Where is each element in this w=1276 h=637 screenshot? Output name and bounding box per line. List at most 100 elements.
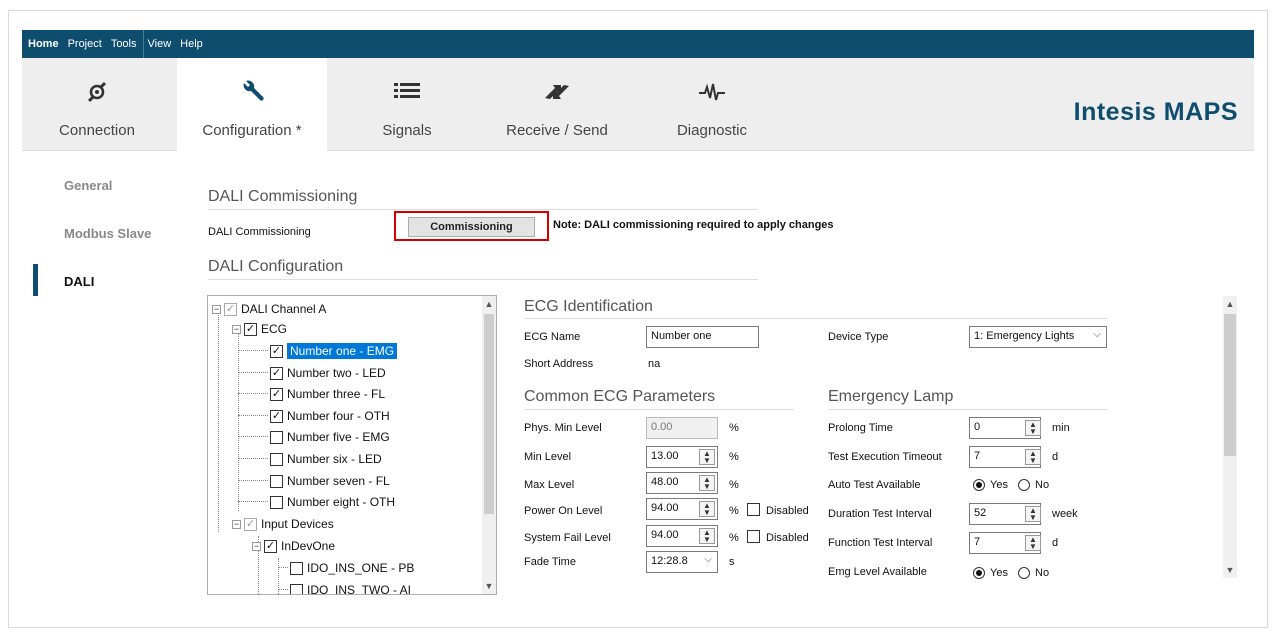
ecg-name-input[interactable]: Number one: [646, 326, 759, 348]
spinner-icon[interactable]: ▲ ▼: [1025, 420, 1041, 436]
chevron-down-icon: ⌵: [1093, 329, 1101, 340]
collapse-icon[interactable]: −: [212, 304, 221, 314]
function-interval-label: Function Test Interval: [828, 537, 933, 549]
menu-view[interactable]: View: [148, 38, 172, 50]
tree-ecg-item[interactable]: ✓ Number three - FL: [270, 383, 385, 405]
tab-diagnostic[interactable]: Diagnostic: [642, 58, 782, 151]
checkbox-icon[interactable]: ✓: [270, 387, 283, 401]
no-label: No: [1035, 479, 1050, 491]
scroll-up-icon[interactable]: ▲: [482, 296, 496, 312]
system-fail-disabled-checkbox[interactable]: [747, 530, 760, 543]
tree-label: ECG: [261, 322, 288, 336]
tree-label: Number one - EMG: [287, 343, 398, 359]
spinner-icon[interactable]: ▲ ▼: [1025, 535, 1041, 551]
percent-unit: %: [729, 422, 739, 434]
checkbox-icon[interactable]: [290, 583, 303, 594]
spinner-icon[interactable]: ▲ ▼: [1025, 506, 1041, 522]
menu-project[interactable]: Project: [63, 38, 102, 50]
collapse-icon[interactable]: −: [232, 324, 241, 334]
device-type-select[interactable]: 1: Emergency Lights ⌵: [969, 326, 1107, 348]
spinner-icon[interactable]: ▲ ▼: [699, 449, 715, 465]
tree-channel[interactable]: − ✓ DALI Channel A: [212, 298, 326, 320]
emg-level-row-clip: Emg Level Available Yes No: [820, 558, 1120, 579]
spinner-icon[interactable]: ▲ ▼: [699, 475, 715, 491]
auto-test-label: Auto Test Available: [828, 479, 921, 491]
configuration-heading: DALI Configuration: [208, 258, 344, 275]
tree-ecg-item[interactable]: Number six - LED: [270, 448, 382, 470]
checkbox-icon[interactable]: ✓: [270, 409, 283, 423]
dali-tree[interactable]: − ✓ DALI Channel A − ✓ ECG ✓ Number one …: [207, 295, 497, 595]
spinner-icon[interactable]: ▲ ▼: [699, 501, 715, 517]
scroll-thumb[interactable]: [1224, 314, 1236, 456]
tree-guide: [238, 393, 268, 394]
checkbox-icon[interactable]: [270, 474, 283, 488]
transfer-icon: [482, 80, 632, 104]
auto-test-no-radio[interactable]: [1018, 479, 1030, 491]
tree-ecg-item[interactable]: Number five - EMG: [270, 426, 390, 448]
tree-ecg-item[interactable]: ✓ Number four - OTH: [270, 405, 390, 427]
tree-ecg-item[interactable]: ✓ Number one - EMG: [270, 340, 398, 362]
yes-label: Yes: [990, 567, 1008, 579]
checkbox-icon[interactable]: [270, 452, 283, 466]
short-address-value: na: [648, 358, 661, 370]
checkbox-icon[interactable]: [290, 561, 303, 575]
sidebar-item-general[interactable]: General: [64, 178, 112, 193]
tree-ecg-item[interactable]: Number eight - OTH: [270, 491, 395, 513]
tree-label: Number four - OTH: [287, 409, 390, 423]
menu-tools[interactable]: Tools: [106, 38, 137, 50]
tree-ecg-item[interactable]: ✓ Number two - LED: [270, 362, 386, 384]
checkbox-icon[interactable]: [270, 430, 283, 444]
percent-unit: %: [729, 451, 739, 463]
tree-guide: [238, 331, 239, 511]
spinner-icon[interactable]: ▲ ▼: [699, 528, 715, 544]
tree-input-group[interactable]: − ✓ Input Devices: [232, 513, 334, 535]
scroll-up-icon[interactable]: ▲: [1223, 296, 1237, 312]
tab-receive-send[interactable]: Receive / Send: [482, 58, 632, 151]
sidebar-item-modbus-slave[interactable]: Modbus Slave: [64, 226, 151, 241]
spinner-icon[interactable]: ▲ ▼: [1025, 449, 1041, 465]
tree-guide: [218, 310, 219, 532]
auto-test-yes-radio[interactable]: [973, 479, 985, 491]
tree-label: Number six - LED: [287, 452, 382, 466]
tree-label: InDevOne: [281, 539, 336, 553]
fade-time-select[interactable]: 12:28.8 ⌵: [646, 551, 718, 573]
checkbox-icon[interactable]: ✓: [224, 302, 237, 316]
tab-configuration[interactable]: Configuration *: [177, 58, 327, 151]
checkbox-icon[interactable]: [270, 495, 283, 509]
checkbox-icon[interactable]: ✓: [244, 517, 257, 531]
collapse-icon[interactable]: −: [232, 519, 241, 529]
tree-ecg-item[interactable]: Number seven - FL: [270, 470, 390, 492]
device-type-label: Device Type: [828, 331, 889, 343]
fade-time-label: Fade Time: [524, 556, 576, 568]
tree-input-item[interactable]: IDO_INS_ONE - PB: [290, 557, 414, 579]
sidebar-item-dali[interactable]: DALI: [64, 274, 94, 289]
menu-help[interactable]: Help: [175, 38, 203, 50]
tab-signals-label: Signals: [382, 122, 432, 139]
yes-label: Yes: [990, 479, 1008, 491]
scroll-thumb[interactable]: [484, 314, 494, 514]
collapse-icon[interactable]: −: [252, 541, 261, 551]
divider: [208, 209, 758, 210]
tree-input-device[interactable]: − ✓ InDevOne: [252, 535, 335, 557]
test-exec-label: Test Execution Timeout: [828, 451, 942, 463]
commissioning-button[interactable]: Commissioning: [408, 217, 535, 237]
emg-level-no-radio[interactable]: [1018, 567, 1030, 579]
tree-label: DALI Channel A: [241, 302, 327, 316]
power-on-disabled-checkbox[interactable]: [747, 503, 760, 516]
emg-level-yes-radio[interactable]: [973, 567, 985, 579]
tree-scrollbar[interactable]: ▲ ▼: [482, 296, 496, 594]
emergency-lamp-heading: Emergency Lamp: [828, 388, 954, 405]
panel-scrollbar[interactable]: ▲ ▼: [1223, 296, 1237, 578]
tab-signals[interactable]: Signals: [332, 58, 482, 151]
scroll-down-icon[interactable]: ▼: [482, 578, 496, 594]
checkbox-icon[interactable]: ✓: [244, 322, 257, 336]
menu-home[interactable]: Home: [22, 38, 59, 50]
checkbox-icon[interactable]: ✓: [270, 344, 283, 358]
active-indicator: [33, 264, 38, 296]
scroll-down-icon[interactable]: ▼: [1223, 562, 1237, 578]
checkbox-icon[interactable]: ✓: [270, 366, 283, 380]
tree-input-item[interactable]: IDO_INS_TWO - AI: [290, 579, 411, 594]
tree-ecg-group[interactable]: − ✓ ECG: [232, 318, 287, 340]
tab-connection[interactable]: Connection: [22, 58, 172, 151]
checkbox-icon[interactable]: ✓: [264, 539, 277, 553]
